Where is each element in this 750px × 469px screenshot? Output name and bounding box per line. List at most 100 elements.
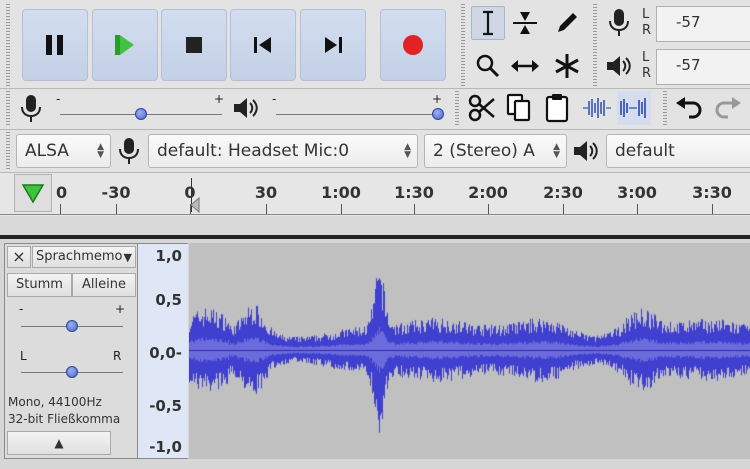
paste-button[interactable] bbox=[540, 91, 574, 125]
pan-slider[interactable] bbox=[66, 366, 78, 378]
pause-button[interactable] bbox=[22, 9, 88, 81]
ruler-tick bbox=[414, 204, 415, 214]
stop-button[interactable] bbox=[161, 9, 227, 81]
playback-volume-min-label: - bbox=[272, 92, 277, 106]
record-volume-min-label: - bbox=[56, 92, 61, 106]
gain-min-label: - bbox=[19, 302, 24, 316]
playback-meter-r-label: R bbox=[642, 66, 652, 81]
play-region-marker-icon[interactable] bbox=[190, 196, 202, 214]
play-at-speed-button[interactable] bbox=[14, 174, 52, 212]
input-device-icon bbox=[118, 137, 140, 169]
double-arrow-icon bbox=[511, 60, 539, 72]
green-triangle-icon bbox=[21, 184, 45, 204]
vruler-label: -0,5 bbox=[149, 397, 182, 415]
envelope-tool[interactable] bbox=[508, 6, 542, 40]
magnifier-icon bbox=[476, 54, 500, 78]
playback-meter[interactable] bbox=[656, 49, 750, 85]
record-volume-icon bbox=[20, 94, 42, 128]
playback-volume-icon bbox=[232, 95, 260, 125]
meter-toolbar-grip[interactable] bbox=[590, 4, 600, 88]
output-device-select[interactable]: default bbox=[606, 134, 750, 168]
ruler-tick bbox=[116, 204, 117, 214]
record-volume-max-label: + bbox=[214, 92, 225, 106]
collapse-track-button[interactable]: ▲ bbox=[7, 431, 111, 455]
vertical-ruler[interactable]: 1,0 0,5 0,0- -0,5 -1,0 bbox=[138, 243, 188, 459]
mixer-toolbar-grip[interactable] bbox=[3, 91, 13, 127]
skip-to-end-button[interactable] bbox=[300, 9, 366, 81]
playback-meter-l-label: L bbox=[642, 50, 650, 65]
ruler-tick-label: 30 bbox=[254, 183, 278, 202]
cut-button[interactable] bbox=[465, 91, 499, 125]
playback-volume-slider[interactable] bbox=[432, 108, 444, 120]
redo-button[interactable] bbox=[711, 91, 745, 125]
mute-button[interactable]: Stumm bbox=[7, 273, 72, 297]
track-control-panel[interactable]: × Sprachmemo ▼ Stumm Alleine - + L R Mon… bbox=[4, 243, 138, 459]
channels-value: 2 (Stereo) A bbox=[433, 141, 535, 161]
play-icon bbox=[115, 35, 134, 55]
ruler-tick bbox=[637, 204, 638, 214]
gain-slider[interactable] bbox=[66, 320, 78, 332]
zoom-tool[interactable] bbox=[471, 49, 505, 83]
spinner-arrows-icon: ▲ ▼ bbox=[97, 142, 104, 160]
tools-toolbar-grip[interactable] bbox=[458, 4, 468, 88]
skip-to-end-icon bbox=[325, 37, 342, 53]
skip-to-start-button[interactable] bbox=[230, 9, 296, 81]
ruler-tick bbox=[712, 204, 713, 214]
record-meter-button[interactable] bbox=[602, 6, 636, 40]
ruler-tick bbox=[488, 204, 489, 214]
playback-meter-button[interactable] bbox=[602, 49, 636, 83]
trim-icon bbox=[583, 98, 611, 118]
microphone-icon bbox=[119, 138, 139, 164]
speaker-icon bbox=[574, 141, 598, 161]
vruler-label: 1,0 bbox=[155, 247, 182, 265]
pan-right-label: R bbox=[113, 349, 122, 363]
input-device-value: default: Headset Mic:0 bbox=[157, 141, 350, 161]
dropdown-arrow-icon: ▼ bbox=[123, 251, 132, 264]
vruler-label: 0,0- bbox=[149, 344, 182, 362]
track-menu-button[interactable]: Sprachmemo ▼ bbox=[32, 246, 136, 268]
selection-tool[interactable] bbox=[471, 6, 505, 40]
waveform[interactable] bbox=[189, 243, 750, 459]
vruler-label: -1,0 bbox=[149, 438, 182, 456]
device-toolbar-grip[interactable] bbox=[3, 132, 13, 170]
pencil-icon bbox=[558, 13, 577, 32]
multi-tool[interactable] bbox=[550, 49, 584, 83]
output-device-value: default bbox=[615, 141, 675, 161]
time-shift-tool[interactable] bbox=[508, 49, 542, 83]
scissors-icon bbox=[468, 94, 495, 122]
output-device-icon bbox=[572, 138, 600, 168]
record-meter-r-label: R bbox=[642, 23, 652, 38]
playback-volume-max-label: + bbox=[432, 92, 443, 106]
spinner-arrows-icon: ▲ ▼ bbox=[404, 142, 411, 160]
asterisk-icon bbox=[555, 54, 579, 78]
draw-tool[interactable] bbox=[550, 6, 584, 40]
solo-button[interactable]: Alleine bbox=[72, 273, 136, 297]
trim-audio-button[interactable] bbox=[580, 91, 614, 125]
record-volume-slider[interactable] bbox=[135, 108, 147, 120]
silence-audio-button[interactable] bbox=[617, 91, 651, 125]
pause-icon bbox=[46, 35, 63, 55]
track-close-button[interactable]: × bbox=[7, 246, 31, 268]
copy-button[interactable] bbox=[502, 91, 536, 125]
audio-host-value: ALSA bbox=[25, 141, 69, 161]
redo-icon bbox=[715, 97, 741, 119]
undo-button[interactable] bbox=[672, 91, 706, 125]
playback-volume-track bbox=[276, 114, 438, 115]
speaker-icon bbox=[234, 98, 258, 118]
play-button[interactable] bbox=[92, 9, 158, 81]
edit-toolbar-grip[interactable] bbox=[452, 91, 462, 127]
pan-left-label: L bbox=[20, 349, 27, 363]
copy-icon bbox=[506, 93, 531, 122]
record-button[interactable] bbox=[380, 9, 446, 81]
input-device-select[interactable]: default: Headset Mic:0 ▲ ▼ bbox=[148, 134, 418, 168]
ruler-tick-label: 3:30 bbox=[692, 183, 732, 202]
undo-toolbar-grip[interactable] bbox=[660, 91, 670, 127]
ruler-tick bbox=[266, 204, 267, 214]
channels-select[interactable]: 2 (Stereo) A ▲ ▼ bbox=[424, 134, 567, 168]
record-meter[interactable] bbox=[656, 6, 750, 42]
track-name: Sprachmemo bbox=[36, 249, 123, 264]
undo-icon bbox=[676, 97, 702, 119]
ruler-tick bbox=[341, 204, 342, 214]
audio-host-select[interactable]: ALSA ▲ ▼ bbox=[16, 134, 111, 168]
transport-toolbar-grip[interactable] bbox=[3, 4, 13, 88]
